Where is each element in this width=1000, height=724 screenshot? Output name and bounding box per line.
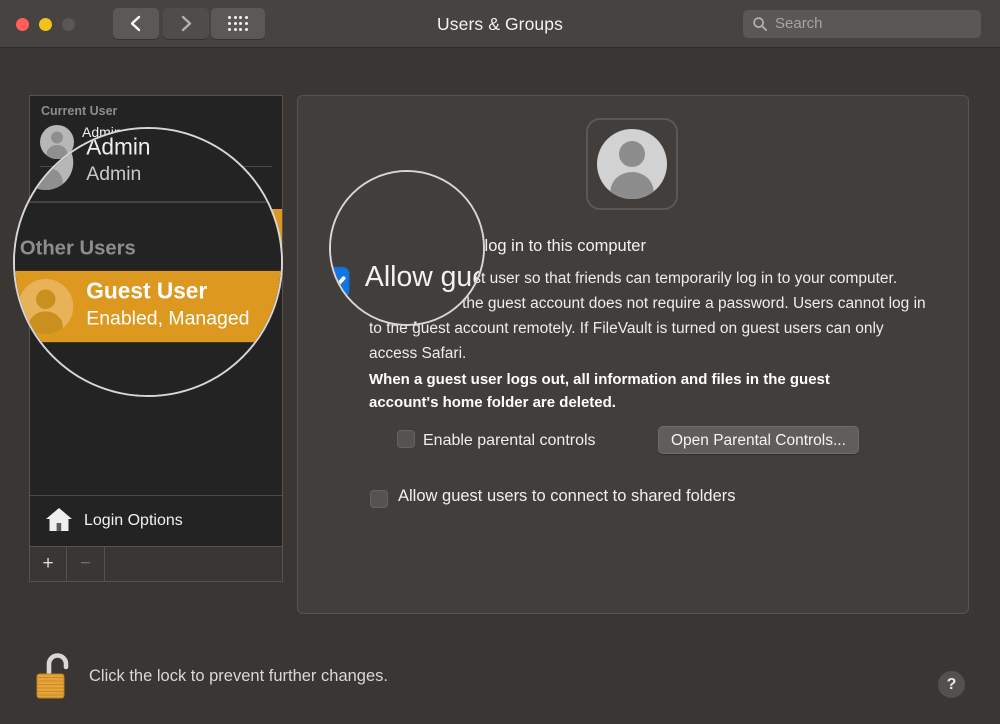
enable-parental-controls-label: Enable parental controls xyxy=(423,432,596,449)
allow-shared-folders-label: Allow guest users to connect to shared f… xyxy=(398,487,736,505)
login-options-label: Login Options xyxy=(84,512,183,529)
lock-open-icon[interactable] xyxy=(32,650,76,702)
guest-description: Enable the guest user so that friends ca… xyxy=(369,270,926,362)
remove-user-button: − xyxy=(67,547,105,581)
titlebar: Users & Groups Search xyxy=(0,0,1000,48)
home-icon xyxy=(46,508,72,531)
current-user-header: Current User xyxy=(41,104,118,118)
check-icon xyxy=(346,245,358,255)
search-placeholder: Search xyxy=(775,15,823,32)
avatar xyxy=(40,214,74,248)
guest-warning: When a guest user logs out, all informat… xyxy=(369,371,830,411)
users-and-groups-window: Users & Groups Search Current User Admin… xyxy=(0,0,1000,724)
other-users-header: Other Users xyxy=(41,188,113,202)
list-divider xyxy=(40,166,272,167)
user-picture[interactable] xyxy=(586,118,678,210)
person-icon xyxy=(46,131,68,159)
list-item-name: Guest User xyxy=(82,213,157,229)
list-item-subtitle: Admin xyxy=(82,142,117,156)
add-user-button[interactable]: + xyxy=(30,547,67,581)
guest-user-settings-panel: Allow guests to log in to this computer … xyxy=(297,95,969,614)
list-item-guest-user[interactable]: Guest User Enabled, Managed xyxy=(30,209,282,253)
help-button[interactable]: ? xyxy=(938,671,965,698)
add-remove-bar: + − xyxy=(30,546,282,581)
list-item-admin[interactable]: Admin Admin xyxy=(30,120,282,164)
login-options-row[interactable]: Login Options xyxy=(30,495,282,545)
avatar xyxy=(40,125,74,159)
list-item-subtitle: Enabled, Managed xyxy=(82,231,183,245)
allow-guests-checkbox[interactable] xyxy=(342,240,360,258)
user-list[interactable]: Current User Admin Admin Other Users Gue… xyxy=(29,95,283,582)
enable-parental-controls-checkbox[interactable] xyxy=(397,430,415,448)
person-icon xyxy=(46,220,68,248)
lock-hint-text: Click the lock to prevent further change… xyxy=(89,667,388,685)
allow-guests-label: Allow guests to log in to this computer xyxy=(369,237,646,255)
avatar xyxy=(597,129,667,199)
person-icon xyxy=(610,141,654,199)
open-parental-controls-button[interactable]: Open Parental Controls... xyxy=(658,426,859,454)
search-field[interactable]: Search xyxy=(743,10,981,38)
list-item-name: Admin xyxy=(82,124,122,140)
search-icon xyxy=(753,17,767,31)
allow-shared-folders-checkbox[interactable] xyxy=(370,490,388,508)
